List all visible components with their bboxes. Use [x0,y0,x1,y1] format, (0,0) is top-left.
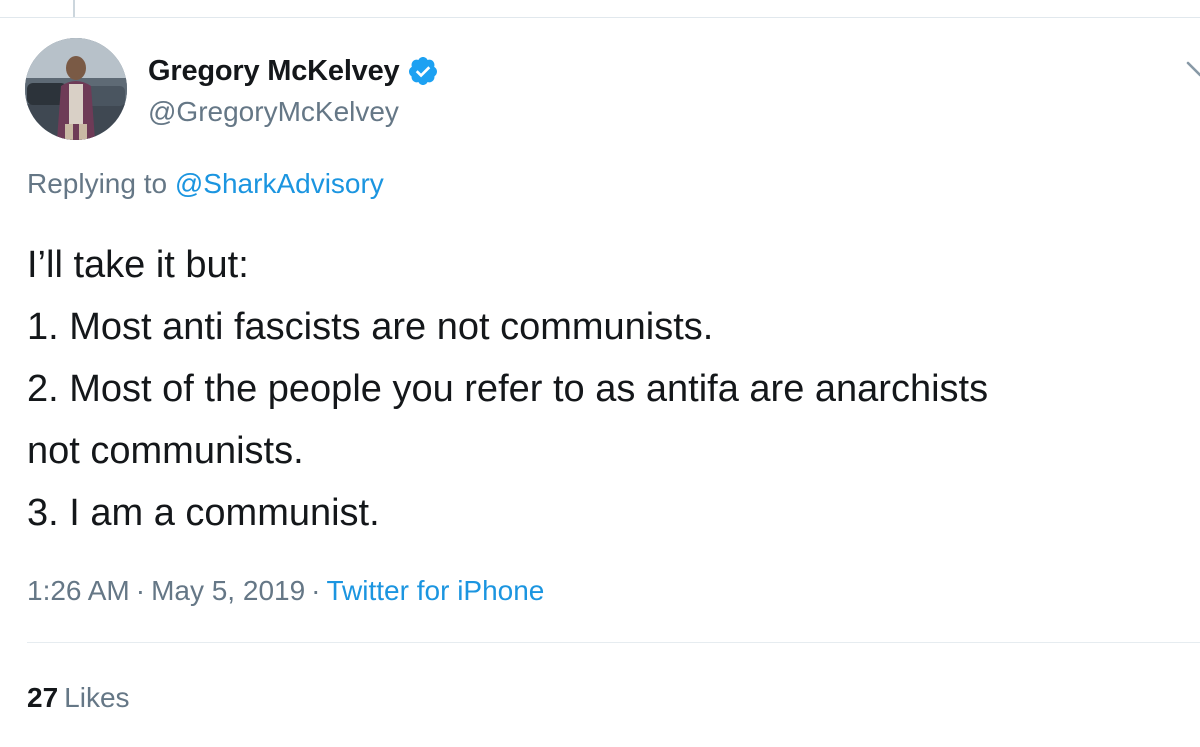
chevron-down-icon[interactable] [1184,58,1200,82]
tweet-text-line: 3. I am a communist. [27,492,380,534]
likes-stat[interactable]: 27 Likes [27,682,130,714]
tweet-text-line: 1. Most anti fascists are not communists… [27,306,714,348]
avatar[interactable] [25,38,127,140]
tweet-metadata: 1:26 AM · May 5, 2019 · Twitter for iPhone [27,575,544,607]
replying-to: Replying to @SharkAdvisory [27,168,384,200]
reply-mention-link[interactable]: @SharkAdvisory [175,168,384,199]
tweet-text-line: not communists. [27,430,304,472]
thread-connector [73,0,75,17]
likes-count: 27 [27,682,59,713]
author-display-name[interactable]: Gregory McKelvey [148,55,400,88]
tweet-date[interactable]: May 5, 2019 [151,575,305,606]
verified-badge-icon [407,55,439,87]
tweet-text: I’ll take it but: 1. Most anti fascists … [27,234,1187,544]
author-name-row[interactable]: Gregory McKelvey [148,54,439,88]
stats-divider [27,642,1200,643]
tweet-text-line: 2. Most of the people you refer to as an… [27,368,989,410]
meta-separator: · [311,575,321,606]
meta-separator: · [135,575,146,606]
tweet-text-line: I’ll take it but: [27,244,249,286]
likes-label: Likes [64,682,130,713]
tweet-source-link[interactable]: Twitter for iPhone [327,575,545,606]
replying-to-label: Replying to [27,168,168,199]
tweet-time[interactable]: 1:26 AM [27,575,130,606]
tweet-card: Gregory McKelvey @GregoryMcKelvey Replyi… [0,18,1200,747]
author-handle[interactable]: @GregoryMcKelvey [148,96,399,128]
profile-photo-icon [25,38,127,140]
